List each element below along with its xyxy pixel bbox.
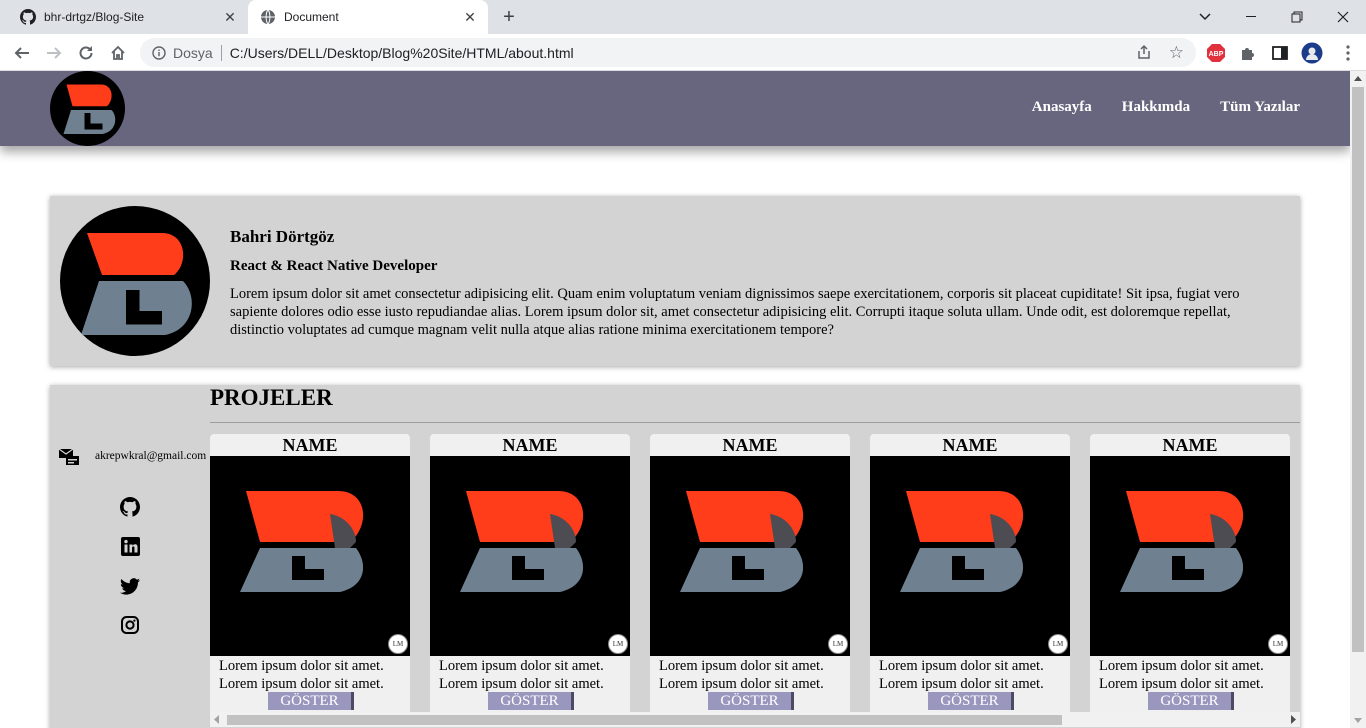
- github-icon[interactable]: [119, 496, 141, 518]
- author-bio: Lorem ipsum dolor sit amet consectetur a…: [230, 286, 1240, 338]
- forward-icon[interactable]: [40, 39, 68, 67]
- site-label: Dosya: [173, 44, 213, 61]
- tab-title: Document: [284, 10, 339, 24]
- browser-toolbar: Dosya C:/Users/DELL/Desktop/Blog%20Site/…: [0, 34, 1366, 71]
- divider: [210, 422, 1300, 423]
- close-icon[interactable]: ✕: [458, 5, 482, 29]
- site-header: Anasayfa Hakkımda Tüm Yazılar: [0, 71, 1350, 146]
- back-icon[interactable]: [8, 39, 36, 67]
- abp-icon[interactable]: ABP: [1204, 41, 1228, 65]
- project-name: NAME: [1162, 435, 1218, 455]
- address-bar[interactable]: Dosya C:/Users/DELL/Desktop/Blog%20Site/…: [140, 38, 1196, 67]
- watermark-badge: LM: [1268, 634, 1288, 654]
- nav-link-home[interactable]: Anasayfa: [1032, 99, 1092, 116]
- about-card: Bahri Dörtgöz React & React Native Devel…: [50, 196, 1300, 366]
- project-description: Lorem ipsum dolor sit amet. Lorem ipsum …: [1099, 658, 1264, 692]
- globe-icon: [260, 9, 276, 25]
- projects-title: PROJELER: [210, 385, 333, 410]
- page-viewport: Anasayfa Hakkımda Tüm Yazılar Bahri Dört…: [0, 71, 1350, 728]
- home-icon[interactable]: [104, 39, 132, 67]
- scroll-up-icon[interactable]: [1354, 76, 1362, 81]
- project-card: NAME LM Lorem ipsum dolor sit amet. Lorem …: [210, 434, 410, 712]
- show-project-button[interactable]: GÖSTER: [708, 692, 794, 710]
- site-nav: Anasayfa Hakkımda Tüm Yazılar: [1032, 99, 1300, 116]
- scroll-right-icon: [1291, 715, 1296, 724]
- profile-icon[interactable]: [1300, 41, 1324, 65]
- mail-icon: [58, 445, 80, 467]
- project-description: Lorem ipsum dolor sit amet. Lorem ipsum …: [219, 658, 384, 692]
- project-image: LM: [210, 456, 410, 656]
- projects-horizontal-scrollbar[interactable]: [210, 712, 1300, 727]
- show-project-button[interactable]: GÖSTER: [1148, 692, 1234, 710]
- site-logo[interactable]: [50, 71, 125, 146]
- nav-link-about[interactable]: Hakkımda: [1122, 99, 1190, 116]
- projects-card: akrepwkral@gmail.com PROJELER NAME LM Lore…: [50, 385, 1300, 728]
- tab-search-icon[interactable]: [1182, 0, 1228, 34]
- minimize-icon[interactable]: [1228, 0, 1274, 34]
- email-address[interactable]: akrepwkral@gmail.com: [95, 450, 206, 462]
- url-text[interactable]: C:/Users/DELL/Desktop/Blog%20Site/HTML/a…: [230, 45, 574, 61]
- project-image: LM: [650, 456, 850, 656]
- window-close-icon[interactable]: [1320, 0, 1366, 34]
- scrollbar-thumb[interactable]: [227, 715, 1062, 725]
- project-description: Lorem ipsum dolor sit amet. Lorem ipsum …: [439, 658, 604, 692]
- project-card: NAME LM Lorem ipsum dolor sit amet. Lorem …: [430, 434, 630, 712]
- close-icon[interactable]: ✕: [218, 5, 242, 29]
- abp-label: ABP: [1209, 51, 1224, 58]
- project-name: NAME: [722, 435, 778, 455]
- scroll-left-icon: [214, 715, 219, 724]
- watermark-badge: LM: [608, 634, 628, 654]
- project-description: Lorem ipsum dolor sit amet. Lorem ipsum …: [879, 658, 1044, 692]
- project-name: NAME: [282, 435, 338, 455]
- separator: [220, 44, 222, 61]
- show-project-button[interactable]: GÖSTER: [488, 692, 574, 710]
- restore-icon[interactable]: [1274, 0, 1320, 34]
- project-image: LM: [430, 456, 630, 656]
- info-icon[interactable]: [151, 45, 167, 61]
- nav-link-all-posts[interactable]: Tüm Yazılar: [1220, 99, 1300, 116]
- author-role: React & React Native Developer: [230, 258, 438, 274]
- author-name: Bahri Dörtgöz: [230, 227, 335, 246]
- more-menu-icon[interactable]: [1336, 41, 1360, 65]
- project-card: NAME LM Lorem ipsum dolor sit amet. Lorem …: [870, 434, 1070, 712]
- tab-github[interactable]: bhr-drtgz/Blog-Site ✕: [8, 0, 248, 34]
- new-tab-icon[interactable]: +: [496, 5, 522, 29]
- puzzle-icon[interactable]: [1236, 41, 1260, 65]
- projects-list[interactable]: NAME LM Lorem ipsum dolor sit amet. Lorem …: [210, 434, 1290, 712]
- project-name: NAME: [942, 435, 998, 455]
- share-icon[interactable]: [1136, 44, 1152, 63]
- project-image: LM: [870, 456, 1070, 656]
- linkedin-icon[interactable]: [119, 535, 141, 557]
- watermark-badge: LM: [828, 634, 848, 654]
- github-icon: [20, 9, 36, 25]
- contact-email: akrepwkral@gmail.com: [58, 445, 206, 467]
- project-name: NAME: [502, 435, 558, 455]
- project-card: NAME LM Lorem ipsum dolor sit amet. Lorem …: [650, 434, 850, 712]
- twitter-icon[interactable]: [119, 575, 141, 597]
- scrollbar-thumb[interactable]: [1352, 87, 1364, 652]
- show-project-button[interactable]: GÖSTER: [928, 692, 1014, 710]
- sidepanel-icon[interactable]: [1268, 41, 1292, 65]
- project-image: LM: [1090, 456, 1290, 656]
- scroll-down-icon[interactable]: [1354, 718, 1362, 723]
- avatar: [60, 206, 210, 356]
- tab-title: bhr-drtgz/Blog-Site: [44, 10, 145, 24]
- tab-strip: bhr-drtgz/Blog-Site ✕ Document ✕ +: [0, 0, 1366, 34]
- watermark-badge: LM: [1048, 634, 1068, 654]
- show-project-button[interactable]: GÖSTER: [268, 692, 354, 710]
- instagram-icon[interactable]: [119, 614, 141, 636]
- page-vertical-scrollbar[interactable]: [1350, 71, 1366, 728]
- project-card: NAME LM Lorem ipsum dolor sit amet. Lorem …: [1090, 434, 1290, 712]
- project-description: Lorem ipsum dolor sit amet. Lorem ipsum …: [659, 658, 824, 692]
- watermark-badge: LM: [388, 634, 408, 654]
- bookmark-star-icon[interactable]: ☆: [1169, 43, 1184, 63]
- reload-icon[interactable]: [72, 39, 100, 67]
- tab-document[interactable]: Document ✕: [248, 0, 488, 34]
